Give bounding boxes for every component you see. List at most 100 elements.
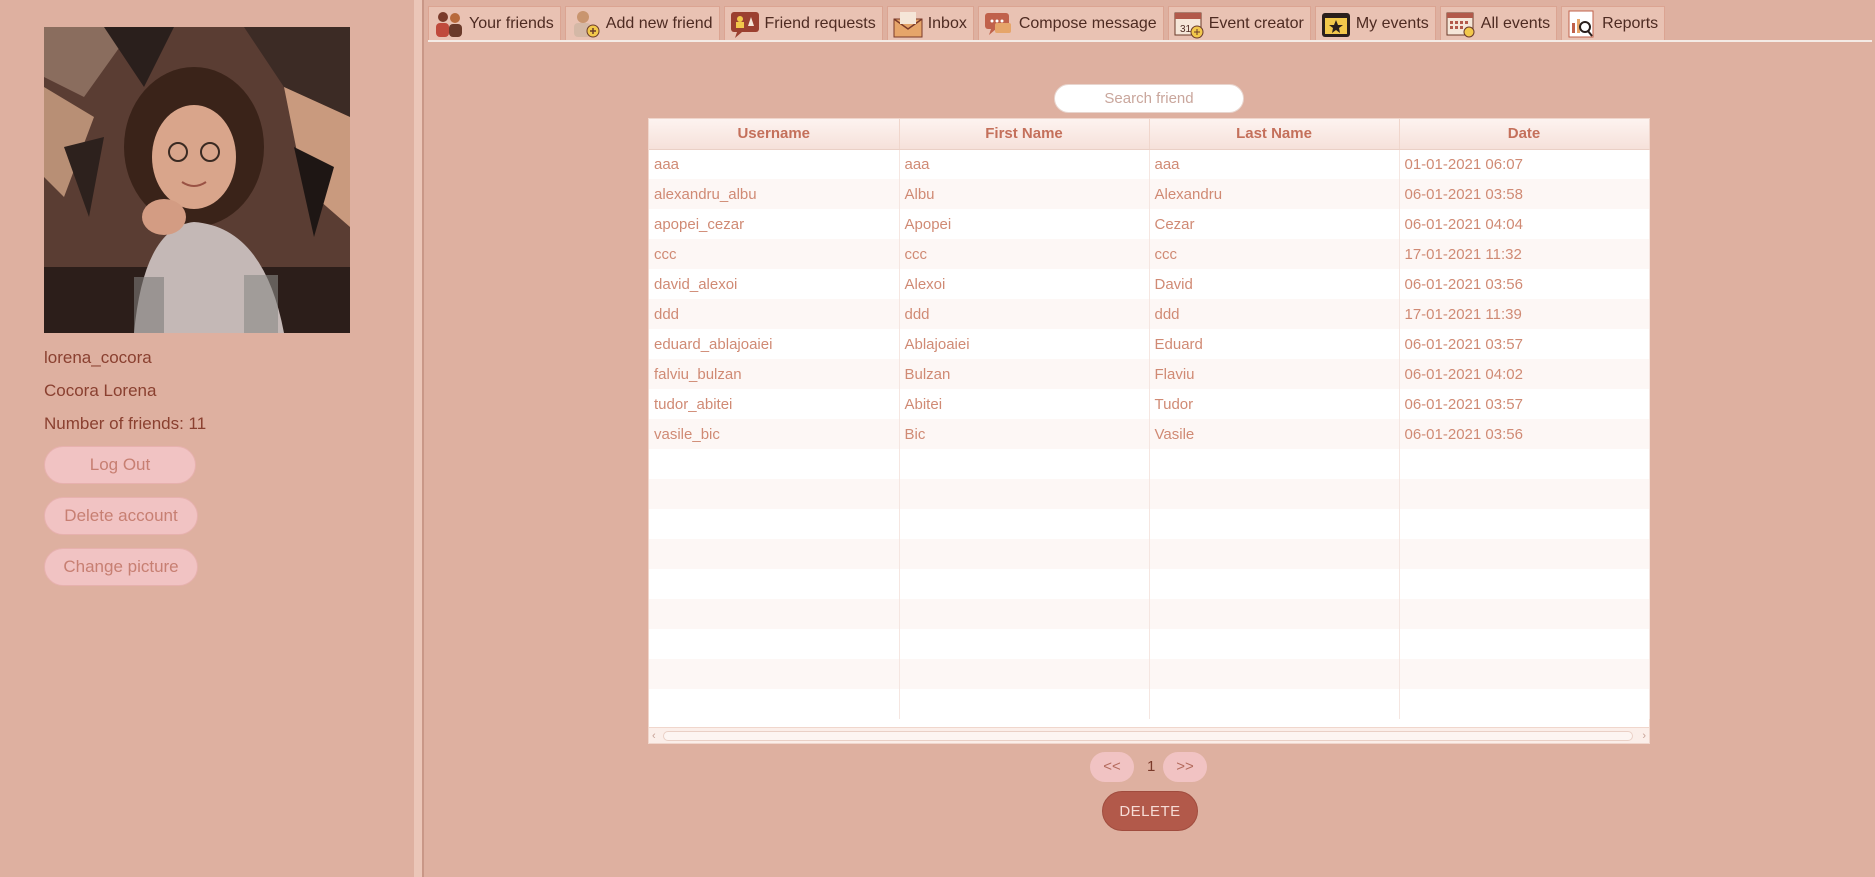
cell-first-name	[899, 689, 1150, 719]
tab-event-creator[interactable]: 31 Event creator	[1167, 6, 1311, 40]
cell-date	[1399, 449, 1650, 479]
change-picture-button[interactable]: Change picture	[44, 548, 198, 586]
cell-last-name: ddd	[1149, 299, 1400, 329]
cell-username: apopei_cezar	[649, 209, 900, 239]
next-page-button[interactable]: >>	[1163, 752, 1207, 782]
cell-last-name	[1149, 569, 1400, 599]
cell-first-name	[899, 599, 1150, 629]
delete-account-button[interactable]: Delete account	[44, 497, 198, 535]
cell-first-name	[899, 479, 1150, 509]
cell-first-name: ddd	[899, 299, 1150, 329]
cell-username: aaa	[649, 149, 900, 179]
cell-date: 06-01-2021 03:57	[1399, 329, 1650, 359]
empty-table-row	[649, 449, 1650, 479]
table-row[interactable]: aaa aaa aaa 01-01-2021 06:07	[649, 149, 1650, 179]
cell-first-name	[899, 449, 1150, 479]
cell-first-name	[899, 659, 1150, 689]
cell-last-name	[1149, 689, 1400, 719]
scroll-left-icon[interactable]: ‹	[652, 728, 656, 744]
cell-date	[1399, 659, 1650, 689]
cell-username: vasile_bic	[649, 419, 900, 449]
scroll-right-icon[interactable]: ›	[1642, 728, 1646, 744]
cell-username	[649, 569, 900, 599]
tab-reports[interactable]: Reports	[1561, 6, 1666, 40]
tab-label: Add new friend	[605, 14, 713, 32]
tab-label: Event creator	[1208, 14, 1304, 32]
tab-label: All events	[1480, 14, 1551, 32]
cell-date: 17-01-2021 11:32	[1399, 239, 1650, 269]
search-input[interactable]: Search friend	[1054, 84, 1244, 113]
cell-first-name	[899, 569, 1150, 599]
cell-first-name	[899, 539, 1150, 569]
column-header-username[interactable]: Username	[649, 119, 900, 150]
tab-inbox[interactable]: Inbox	[886, 6, 974, 40]
cell-date	[1399, 509, 1650, 539]
add-friend-icon	[570, 9, 602, 39]
column-header-last-name[interactable]: Last Name	[1149, 119, 1400, 150]
tab-label: Compose message	[1018, 14, 1157, 32]
cell-date	[1399, 629, 1650, 659]
column-header-date[interactable]: Date	[1399, 119, 1650, 150]
table-row[interactable]: eduard_ablajoaiei Ablajoaiei Eduard 06-01-2…	[649, 329, 1650, 359]
cell-first-name: Apopei	[899, 209, 1150, 239]
cell-date: 17-01-2021 11:39	[1399, 299, 1650, 329]
cell-first-name	[899, 509, 1150, 539]
tab-label: Your friends	[469, 14, 554, 32]
tab-all-events[interactable]: All events	[1439, 6, 1558, 40]
cell-last-name	[1149, 539, 1400, 569]
cell-last-name: Eduard	[1149, 329, 1400, 359]
cell-last-name: Vasile	[1149, 419, 1400, 449]
cell-date: 06-01-2021 04:04	[1399, 209, 1650, 239]
table-row[interactable]: vasile_bic Bic Vasile 06-01-2021 03:56	[649, 419, 1650, 449]
empty-table-row	[649, 569, 1650, 599]
cell-username: tudor_abitei	[649, 389, 900, 419]
cell-date	[1399, 569, 1650, 599]
previous-page-button[interactable]: <<	[1090, 752, 1134, 782]
cell-date: 06-01-2021 04:02	[1399, 359, 1650, 389]
compose-icon	[983, 9, 1015, 39]
scrollbar-thumb[interactable]	[663, 731, 1633, 741]
reports-icon	[1566, 9, 1598, 39]
tab-my-events[interactable]: My events	[1314, 6, 1436, 40]
tab-bar: Your friends Add new friend Friend reque…	[428, 6, 1872, 42]
cell-last-name: Cezar	[1149, 209, 1400, 239]
friends-count: Number of friends: 11	[44, 414, 207, 433]
table-row[interactable]: apopei_cezar Apopei Cezar 06-01-2021 04:04	[649, 209, 1650, 239]
cell-date: 06-01-2021 03:58	[1399, 179, 1650, 209]
cell-last-name: Alexandru	[1149, 179, 1400, 209]
delete-button[interactable]: DELETE	[1102, 791, 1198, 831]
tab-compose-message[interactable]: Compose message	[977, 6, 1164, 40]
cell-first-name: ccc	[899, 239, 1150, 269]
cell-username: ddd	[649, 299, 900, 329]
cell-date: 06-01-2021 03:57	[1399, 389, 1650, 419]
table-row[interactable]: ccc ccc ccc 17-01-2021 11:32	[649, 239, 1650, 269]
tab-add-new-friend[interactable]: Add new friend	[564, 6, 720, 40]
table-row[interactable]: alexandru_albu Albu Alexandru 06-01-2021 03…	[649, 179, 1650, 209]
tab-label: My events	[1355, 14, 1429, 32]
avatar	[44, 27, 350, 333]
column-header-first-name[interactable]: First Name	[899, 119, 1150, 150]
cell-first-name: Bulzan	[899, 359, 1150, 389]
table-row[interactable]: falviu_bulzan Bulzan Flaviu 06-01-2021 04:0…	[649, 359, 1650, 389]
cell-username	[649, 449, 900, 479]
empty-table-row	[649, 509, 1650, 539]
table-row[interactable]: david_alexoi Alexoi David 06-01-2021 03:56	[649, 269, 1650, 299]
tab-label: Friend requests	[764, 14, 876, 32]
tab-your-friends[interactable]: Your friends	[428, 6, 561, 40]
cell-last-name	[1149, 659, 1400, 689]
empty-table-row	[649, 629, 1650, 659]
cell-username	[649, 689, 900, 719]
cell-date	[1399, 539, 1650, 569]
tab-label: Reports	[1602, 14, 1659, 32]
panel-splitter[interactable]	[414, 0, 422, 877]
cell-date	[1399, 689, 1650, 719]
table-row[interactable]: ddd ddd ddd 17-01-2021 11:39	[649, 299, 1650, 329]
cell-date	[1399, 599, 1650, 629]
logout-button[interactable]: Log Out	[44, 446, 196, 484]
table-row[interactable]: tudor_abitei Abitei Tudor 06-01-2021 03:57	[649, 389, 1650, 419]
my-events-icon	[1320, 9, 1352, 39]
empty-table-row	[649, 539, 1650, 569]
cell-first-name: Albu	[899, 179, 1150, 209]
horizontal-scrollbar[interactable]: ‹ ›	[649, 727, 1649, 743]
tab-friend-requests[interactable]: Friend requests	[723, 6, 883, 40]
